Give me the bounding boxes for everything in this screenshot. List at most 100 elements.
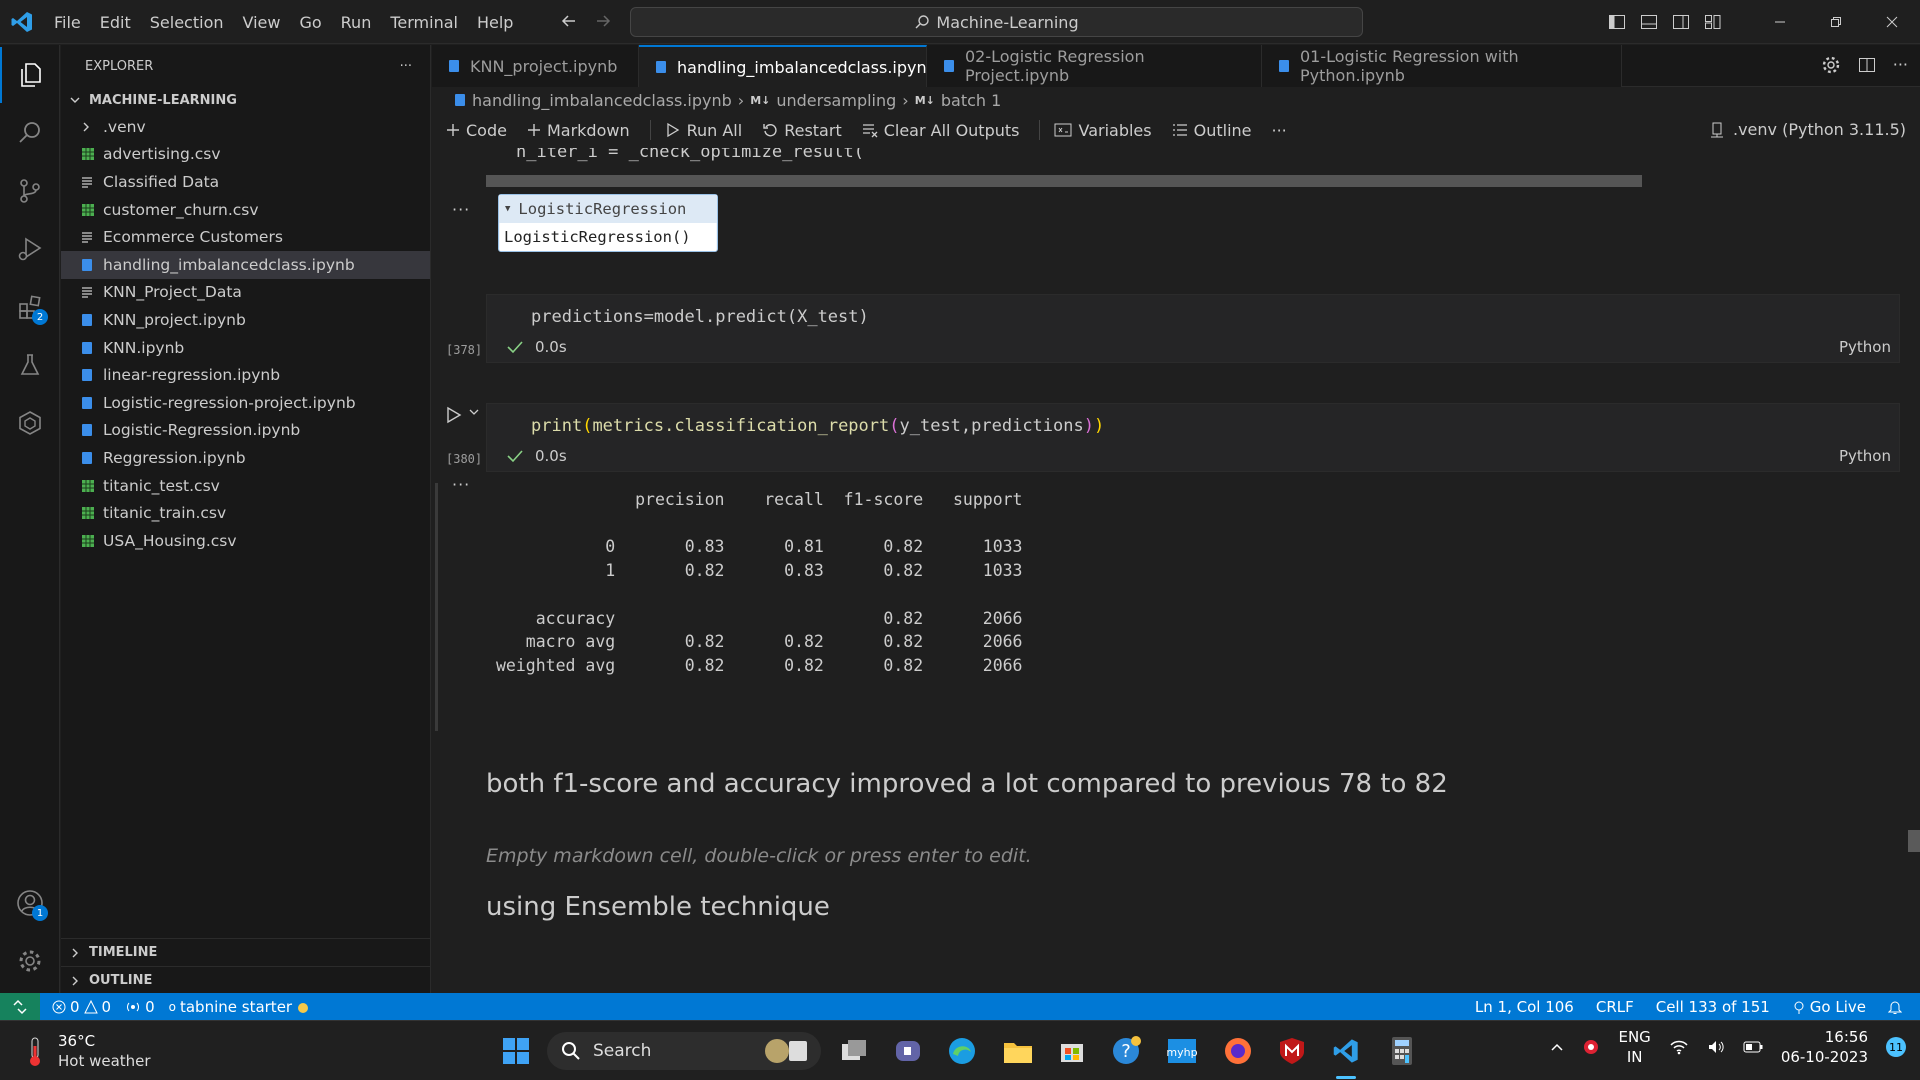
clock[interactable]: 16:56 06-10-2023 [1781,1027,1868,1067]
wifi-icon[interactable] [1669,1039,1689,1055]
search-icon[interactable] [0,105,60,161]
empty-markdown-cell[interactable]: Empty markdown cell, double-click or pre… [486,845,1032,867]
menu-run[interactable]: Run [341,13,372,32]
source-control-icon[interactable] [0,163,60,219]
outline-button[interactable]: Outline [1172,121,1252,140]
show-hidden-icons-chevron-icon[interactable] [1550,1042,1564,1052]
run-debug-icon[interactable] [0,221,60,277]
remote-indicator-icon[interactable] [0,993,40,1020]
forward-arrow-icon[interactable] [594,12,612,30]
code-cell[interactable]: predictions=model.predict(X_test) 0.0s P… [486,294,1900,363]
minimize-button[interactable] [1752,0,1808,44]
file-item[interactable]: USA_Housing.csv [61,527,430,555]
menu-edit[interactable]: Edit [100,13,131,32]
file-item[interactable]: Classified Data [61,168,430,196]
output-more-icon[interactable]: ··· [452,475,470,494]
output-scrollbar[interactable] [486,175,1642,187]
code-cell[interactable]: print(metrics.classification_report(y_te… [486,403,1900,472]
run-all-button[interactable]: Run All [665,121,742,140]
edge-browser-icon[interactable] [946,1035,978,1067]
remote-explorer-icon[interactable] [0,395,60,451]
cursor-position[interactable]: Ln 1, Col 106 [1475,998,1574,1016]
toggle-panel-icon[interactable] [1640,13,1658,31]
tab-knn-project[interactable]: KNN_project.ipynb [432,45,639,87]
problems-indicator[interactable]: 0 0 [52,998,111,1016]
menu-help[interactable]: Help [477,13,513,32]
cell-language[interactable]: Python [1839,338,1891,356]
more-actions-icon[interactable]: ··· [1893,55,1908,75]
task-view-icon[interactable] [838,1035,870,1067]
estimator-widget[interactable]: ▼ LogisticRegression LogisticRegression(… [498,194,718,252]
split-editor-icon[interactable] [1857,55,1877,75]
output-more-icon[interactable]: ··· [452,200,470,219]
go-live-button[interactable]: Go Live [1792,998,1866,1016]
editor-scrollbar-thumb[interactable] [1908,830,1920,852]
extensions-icon[interactable]: 2 [0,279,60,335]
file-item[interactable]: Logistic-regression-project.ipynb [61,389,430,417]
file-item[interactable]: KNN_project.ipynb [61,306,430,334]
file-item[interactable]: Ecommerce Customers [61,223,430,251]
settings-gear-icon[interactable] [0,933,60,989]
add-markdown-cell-button[interactable]: Markdown [527,121,630,140]
hp-support-icon[interactable]: myhp [1166,1035,1198,1067]
tray-app-icon[interactable] [1582,1038,1600,1056]
start-windows-icon[interactable] [500,1035,532,1067]
markdown-cell[interactable]: both f1-score and accuracy improved a lo… [486,769,1448,799]
breadcrumb-file[interactable]: handling_imbalancedclass.ipynb [472,91,732,110]
tab-02-logistic-regression-project[interactable]: 02-Logistic Regression Project.ipynb [927,45,1262,87]
toggle-secondary-sidebar-icon[interactable] [1672,13,1690,31]
file-item[interactable]: titanic_train.csv [61,499,430,527]
restart-button[interactable]: Restart [762,121,842,140]
command-center[interactable]: Machine-Learning [630,7,1363,37]
notifications-bell-icon[interactable] [1888,999,1902,1015]
restore-button[interactable] [1808,0,1864,44]
add-code-cell-button[interactable]: Code [446,121,507,140]
tabnine-indicator[interactable]: o tabnine starter [169,998,310,1016]
clear-all-outputs-button[interactable]: Clear All Outputs [862,121,1019,140]
volume-icon[interactable] [1707,1039,1725,1055]
weather-widget[interactable]: 36°C Hot weather [24,1031,151,1071]
input-language[interactable]: ENG IN [1618,1027,1650,1067]
markdown-cell[interactable]: using Ensemble technique [486,892,830,922]
file-item[interactable]: .venv [61,113,430,141]
calculator-icon[interactable] [1386,1035,1418,1067]
end-of-line[interactable]: CRLF [1596,998,1634,1016]
breadcrumb-subsection[interactable]: batch 1 [941,91,1001,110]
battery-icon[interactable] [1743,1041,1763,1053]
back-arrow-icon[interactable] [560,12,578,30]
file-item[interactable]: customer_churn.csv [61,196,430,224]
file-item[interactable]: handling_imbalancedclass.ipynb [61,250,430,279]
menu-file[interactable]: File [54,13,81,32]
mcafee-icon[interactable] [1276,1035,1308,1067]
notebook-settings-gear-icon[interactable] [1821,55,1841,75]
file-explorer-icon[interactable] [1002,1035,1034,1067]
vscode-taskbar-icon[interactable] [1330,1035,1362,1067]
variables-button[interactable]: Variables [1054,121,1152,140]
outline-section[interactable]: OUTLINE [61,966,431,994]
explorer-icon[interactable] [0,47,60,103]
testing-icon[interactable] [0,337,60,393]
ports-indicator[interactable]: 0 [125,998,155,1016]
taskbar-search[interactable]: Search [547,1032,821,1070]
more-actions-icon[interactable]: ··· [1272,121,1287,140]
tab-handling-imbalancedclass[interactable]: handling_imbalancedclass.ipynb [639,45,963,87]
cell-language[interactable]: Python [1839,447,1891,465]
file-item[interactable]: Logistic-Regression.ipynb [61,417,430,445]
menu-terminal[interactable]: Terminal [390,13,458,32]
file-item[interactable]: Reggression.ipynb [61,444,430,472]
accounts-icon[interactable]: 1 [0,875,60,931]
menu-view[interactable]: View [243,13,281,32]
run-options-chevron-icon[interactable] [468,406,480,418]
run-cell-icon[interactable] [446,406,462,424]
meet-app-icon[interactable] [892,1035,924,1067]
notification-count-badge[interactable]: 11 [1886,1037,1906,1057]
menu-go[interactable]: Go [299,13,321,32]
cell-indicator[interactable]: Cell 133 of 151 [1656,998,1770,1016]
close-window-button[interactable] [1864,0,1920,44]
tab-01-logistic-regression-python[interactable]: 01-Logistic Regression with Python.ipynb [1262,45,1622,87]
toggle-primary-sidebar-icon[interactable] [1608,13,1626,31]
firefox-browser-icon[interactable] [1222,1035,1254,1067]
file-item[interactable]: advertising.csv [61,141,430,169]
file-item[interactable]: KNN_Project_Data [61,279,430,307]
more-actions-icon[interactable]: ··· [400,59,412,74]
